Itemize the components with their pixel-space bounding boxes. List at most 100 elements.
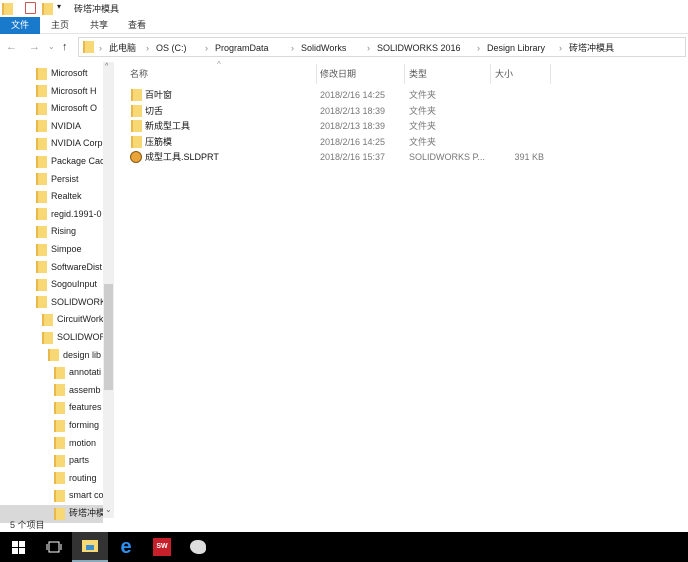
folder-icon	[131, 89, 142, 101]
paint-taskbar-button[interactable]	[180, 532, 216, 562]
file-row[interactable]: 百叶窗 2018/2/16 14:25 文件夹	[128, 88, 548, 103]
nav-tree-item-label: Simpoe	[51, 244, 82, 254]
folder-icon	[36, 102, 47, 115]
file-name: 切舌	[145, 105, 164, 116]
file-row[interactable]: 切舌 2018/2/13 18:39 文件夹	[128, 104, 548, 119]
nav-tree-item[interactable]: CircuitWork	[0, 311, 103, 329]
nav-tree-item[interactable]: Microsoft H	[0, 83, 103, 101]
nav-tree-item[interactable]: Simpoe	[0, 241, 103, 259]
edge-taskbar-button[interactable]: e	[108, 532, 144, 562]
nav-tree-item[interactable]: forming	[0, 417, 103, 435]
nav-tree-item[interactable]: motion	[0, 435, 103, 453]
column-header-type[interactable]: 类型	[409, 67, 427, 81]
nav-tree-item-label: Rising	[51, 226, 77, 237]
nav-tree-item[interactable]: design lib	[0, 347, 103, 365]
nav-tree-item[interactable]: Package Cac	[0, 153, 103, 171]
new-folder-icon[interactable]	[42, 3, 53, 15]
sort-ascending-icon: ^	[217, 60, 221, 69]
nav-tree-item[interactable]: routing	[0, 470, 103, 488]
breadcrumb-item[interactable]: OS (C:)	[156, 38, 187, 58]
file-row[interactable]: 新成型工具 2018/2/13 18:39 文件夹	[128, 119, 548, 134]
scroll-down-icon[interactable]: ⌄	[105, 505, 112, 514]
folder-icon	[54, 454, 65, 467]
scroll-up-icon[interactable]: ^	[105, 63, 108, 70]
nav-tree-item[interactable]: SOLIDWORKS	[0, 294, 103, 312]
task-view-button[interactable]	[36, 532, 72, 562]
properties-icon[interactable]	[25, 2, 36, 14]
nav-tree-item[interactable]: smart co	[0, 487, 103, 505]
file-size: 391 KB	[514, 152, 544, 162]
nav-tree-item[interactable]: SogouInput	[0, 276, 103, 294]
nav-tree-item[interactable]: Rising	[0, 223, 103, 241]
column-header-date[interactable]: 修改日期	[320, 67, 356, 81]
nav-tree-item[interactable]: regid.1991-0	[0, 206, 103, 224]
nav-tree-item[interactable]: SoftwareDist	[0, 259, 103, 277]
back-button[interactable]: ←	[6, 37, 17, 57]
breadcrumb-separator-icon[interactable]: ›	[559, 38, 562, 58]
folder-icon	[83, 41, 94, 53]
tab-file[interactable]: 文件	[0, 17, 40, 34]
window-title: 砖塔冲模具	[74, 4, 120, 14]
sldprt-file-icon	[130, 151, 142, 163]
breadcrumb-item[interactable]: SolidWorks	[301, 38, 346, 58]
forward-button[interactable]: →	[29, 37, 40, 57]
nav-tree-item-label: features	[69, 402, 102, 413]
nav-tree-item-label: Persist	[51, 173, 79, 184]
breadcrumb-item[interactable]: 砖塔冲模具	[569, 38, 614, 58]
file-row[interactable]: 成型工具.SLDPRT 2018/2/16 15:37 SOLIDWORKS P..…	[128, 150, 548, 165]
tab-share[interactable]: 共享	[83, 17, 115, 34]
nav-tree-item[interactable]: parts	[0, 452, 103, 470]
nav-tree-item[interactable]: assemb	[0, 382, 103, 400]
folder-icon	[131, 120, 142, 132]
nav-tree-item[interactable]: annotati	[0, 364, 103, 382]
breadcrumb-separator-icon[interactable]: ›	[146, 38, 149, 58]
tab-home[interactable]: 主页	[44, 17, 76, 34]
windows-icon	[11, 540, 25, 554]
nav-tree-item-label: annotati	[69, 367, 102, 378]
folder-icon	[54, 437, 65, 450]
file-type: 文件夹	[409, 90, 437, 100]
nav-tree-item-label: SOLIDWORKS	[51, 296, 103, 307]
file-type: 文件夹	[409, 121, 437, 131]
quick-access-dropdown-icon[interactable]: ▾	[57, 2, 61, 11]
nav-tree-item[interactable]: Persist	[0, 171, 103, 189]
solidworks-taskbar-button[interactable]: SW	[144, 532, 180, 562]
column-header-size[interactable]: 大小	[495, 67, 513, 81]
nav-tree-item[interactable]: NVIDIA Corp	[0, 135, 103, 153]
breadcrumb-separator-icon[interactable]: ›	[205, 38, 208, 58]
folder-icon	[48, 349, 59, 362]
nav-tree-item[interactable]: Microsoft	[0, 65, 103, 83]
file-explorer-taskbar-button[interactable]	[72, 532, 108, 562]
recent-dropdown-icon[interactable]: ⌄	[48, 37, 55, 57]
breadcrumb-item[interactable]: ProgramData	[215, 38, 269, 58]
nav-tree-item-label: routing	[69, 472, 97, 483]
up-button[interactable]: ↑	[62, 37, 68, 57]
scrollbar-thumb[interactable]	[104, 284, 113, 390]
breadcrumb-separator-icon[interactable]: ›	[367, 38, 370, 58]
breadcrumb-separator-icon[interactable]: ›	[477, 38, 480, 58]
nav-tree-item[interactable]: features	[0, 399, 103, 417]
file-row[interactable]: 压筋模 2018/2/16 14:25 文件夹	[128, 135, 548, 150]
nav-tree-item[interactable]: Microsoft O	[0, 100, 103, 118]
nav-tree-item[interactable]: SOLIDWORKS	[0, 329, 103, 347]
file-date: 2018/2/16 14:25	[320, 90, 386, 100]
breadcrumb-item[interactable]: 此电脑	[109, 38, 136, 58]
nav-scrollbar[interactable]: ^ ⌄	[103, 62, 114, 518]
address-bar[interactable]: › 此电脑 › OS (C:) › ProgramData › SolidWorks › SOLI…	[78, 37, 686, 57]
folder-icon	[54, 384, 65, 397]
nav-tree-item-label: Microsoft O	[51, 103, 98, 114]
breadcrumb-separator-icon[interactable]: ›	[99, 38, 102, 58]
tab-view[interactable]: 查看	[121, 17, 153, 34]
nav-tree-item-label: 砖塔冲模	[69, 508, 103, 518]
file-name: 压筋模	[145, 136, 173, 147]
nav-tree-item-label: motion	[69, 437, 97, 448]
breadcrumb-separator-icon[interactable]: ›	[291, 38, 294, 58]
start-button[interactable]	[0, 532, 36, 562]
breadcrumb-item[interactable]: SOLIDWORKS 2016	[377, 38, 461, 58]
nav-tree-item[interactable]: Realtek	[0, 188, 103, 206]
nav-tree-item[interactable]: NVIDIA	[0, 118, 103, 136]
nav-tree-item-label: SogouInput	[51, 279, 98, 290]
folder-icon	[54, 366, 65, 379]
breadcrumb-item[interactable]: Design Library	[487, 38, 545, 58]
column-header-name[interactable]: 名称	[130, 67, 148, 81]
